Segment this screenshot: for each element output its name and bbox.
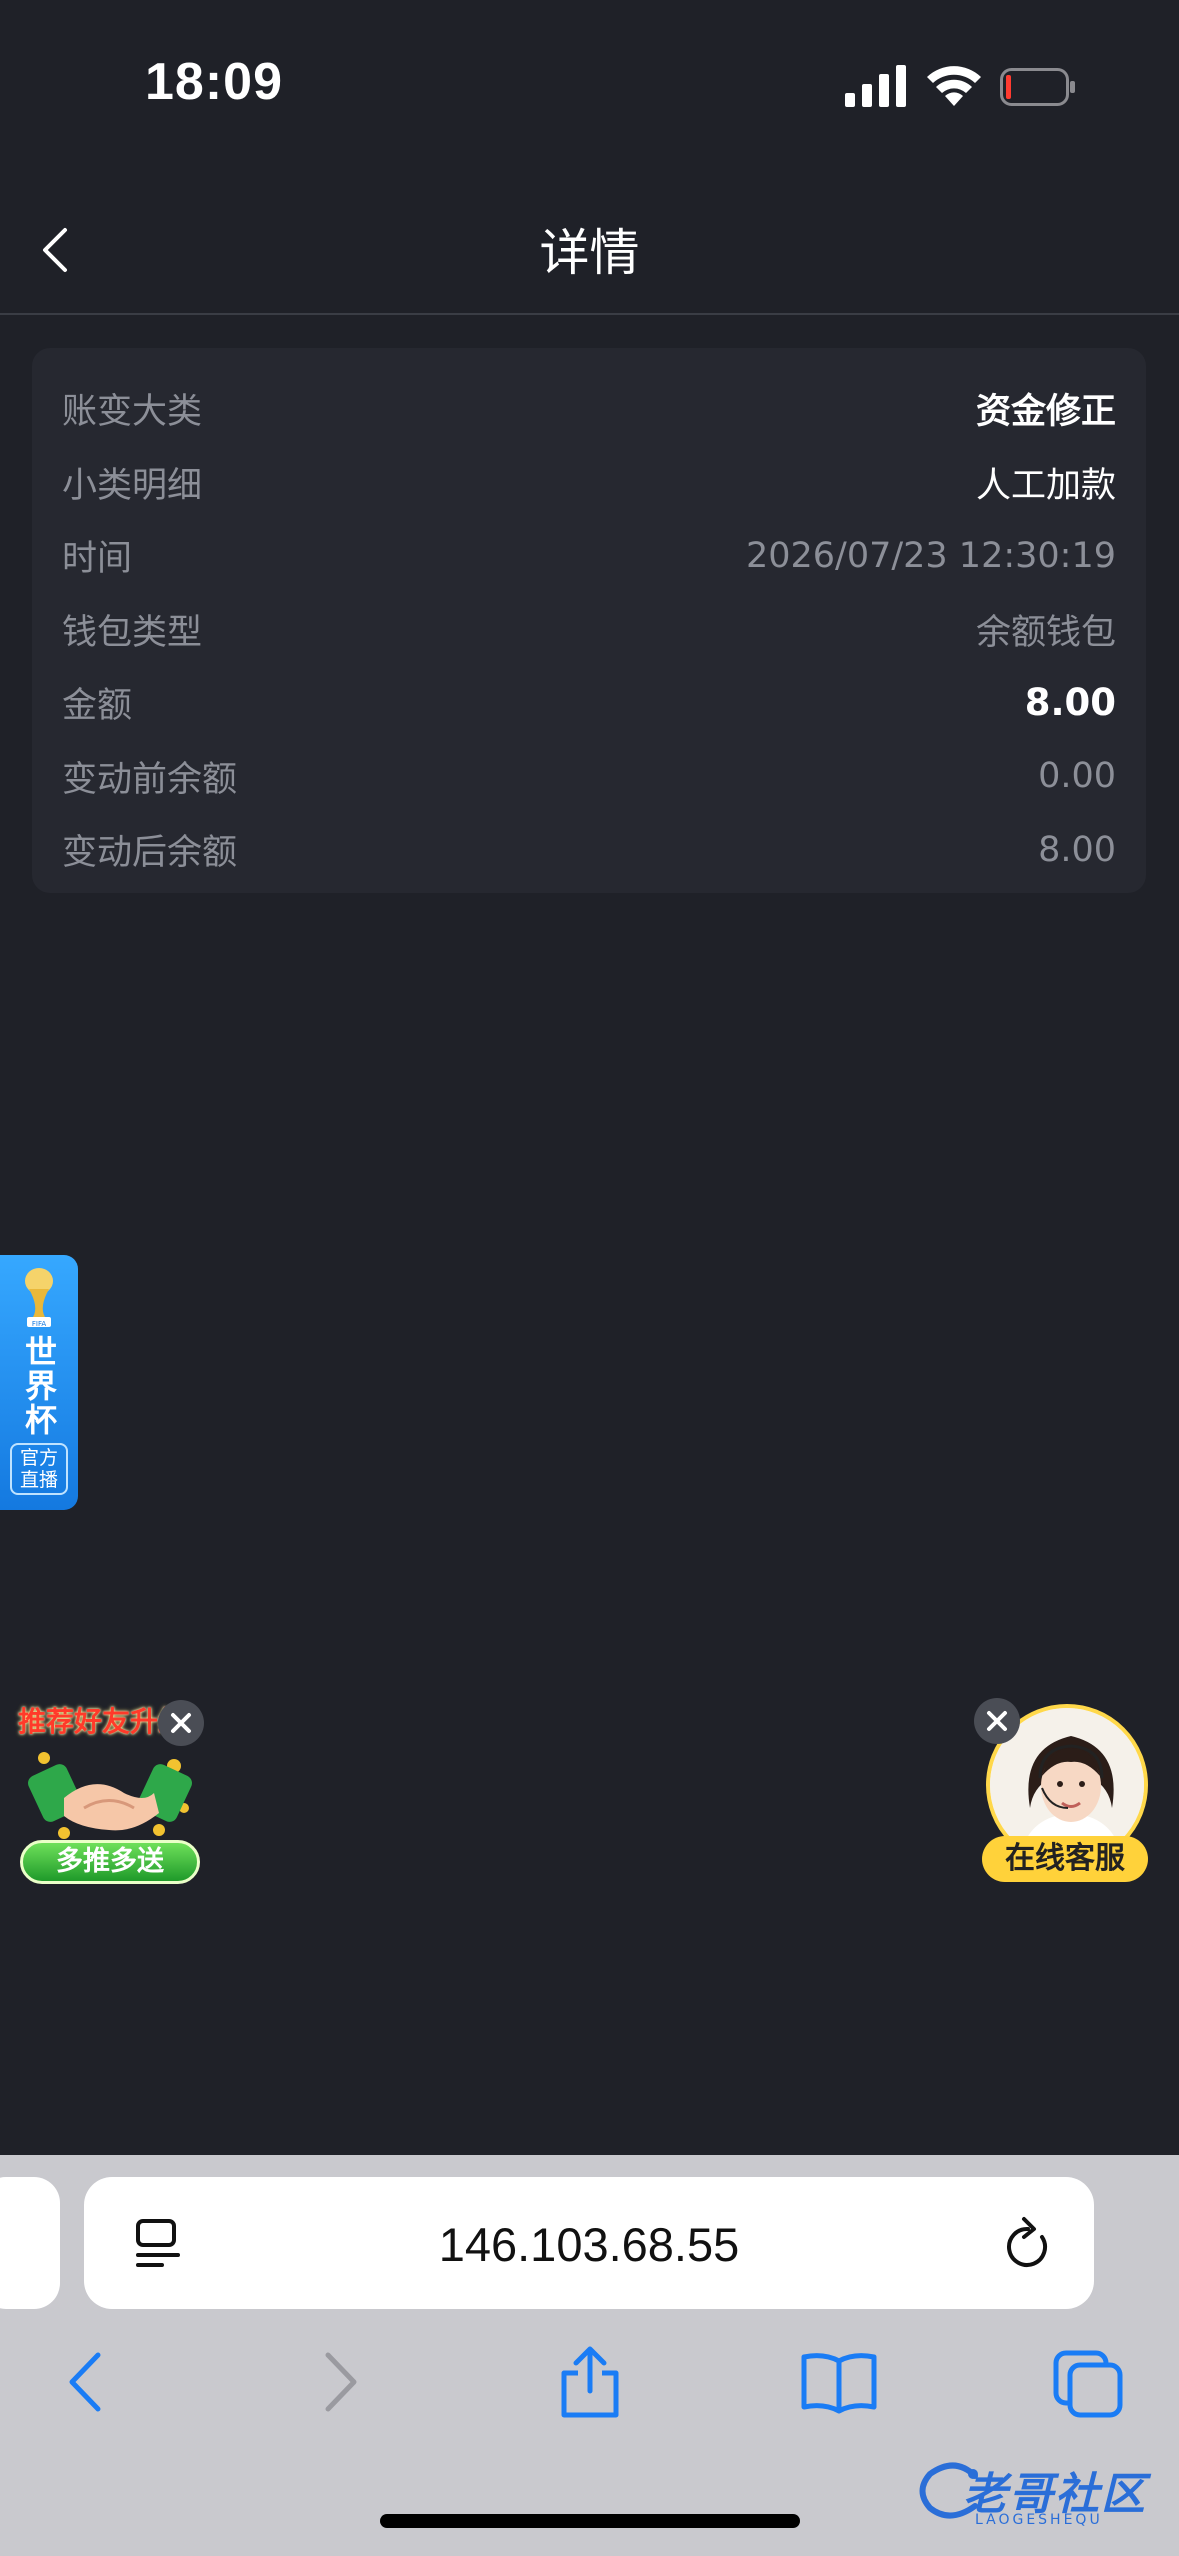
reload-icon[interactable]	[1002, 2215, 1054, 2273]
detail-label: 变动前余额	[62, 759, 238, 800]
online-support-widget[interactable]: 在线客服	[974, 1698, 1150, 1888]
detail-value: 2026/07/23 12:30:19	[745, 535, 1116, 576]
watermark-logo: 老哥社区 LAOGESHEQU	[915, 2452, 1165, 2532]
detail-card: 账变大类 资金修正 小类明细 人工加款 时间 2026/07/23 12:30:…	[32, 348, 1146, 893]
support-close-button[interactable]	[974, 1698, 1020, 1744]
detail-row-balance-before: 变动前余额 0.00	[62, 740, 1116, 814]
tabs-icon[interactable]	[1052, 2345, 1124, 2420]
trophy-icon: FIFA	[25, 1268, 53, 1328]
referral-close-button[interactable]	[158, 1700, 204, 1746]
bookmarks-icon[interactable]	[800, 2345, 878, 2420]
detail-value: 余额钱包	[975, 612, 1116, 653]
status-bar: 18:09	[0, 0, 1179, 175]
detail-label: 钱包类型	[62, 612, 203, 653]
detail-row-amount: 金额 8.00	[62, 666, 1116, 740]
nav-bar: 详情	[0, 175, 1179, 315]
browser-forward-icon[interactable]	[318, 2345, 362, 2420]
detail-label: 小类明细	[62, 465, 203, 506]
detail-label: 账变大类	[62, 392, 203, 433]
close-icon	[987, 1711, 1007, 1731]
detail-row-wallet-type: 钱包类型 余额钱包	[62, 593, 1116, 667]
detail-value: 人工加款	[975, 465, 1116, 506]
wifi-icon	[927, 66, 981, 106]
worldcup-title: 世界杯	[20, 1335, 58, 1437]
worldcup-live-tab[interactable]: FIFA 世界杯 官方 直播	[0, 1255, 78, 1510]
status-time: 18:09	[145, 53, 283, 111]
referral-button[interactable]: 多推多送	[20, 1840, 200, 1884]
detail-label: 变动后余额	[62, 833, 238, 874]
svg-text:FIFA: FIFA	[32, 1320, 46, 1328]
address-bar[interactable]: 146.103.68.55	[84, 2177, 1094, 2309]
worldcup-subtitle: 官方 直播	[10, 1443, 68, 1495]
detail-value: 0.00	[1038, 756, 1116, 797]
home-indicator	[380, 2514, 800, 2528]
referral-banner[interactable]: 推荐好友升级 多推多送	[18, 1700, 204, 1885]
handshake-icon	[28, 1752, 192, 1839]
detail-value: 资金修正	[975, 392, 1116, 433]
close-icon	[171, 1713, 191, 1733]
detail-row-subcategory: 小类明细 人工加款	[62, 446, 1116, 520]
detail-value: 8.00	[1024, 681, 1116, 725]
cellular-signal-icon	[845, 65, 906, 107]
worldcup-sub-line: 官方	[19, 1447, 58, 1469]
watermark-subtext: LAOGESHEQU	[975, 2512, 1103, 2528]
battery-icon	[1000, 68, 1075, 106]
page-title: 详情	[539, 224, 640, 282]
address-text: 146.103.68.55	[438, 2218, 740, 2271]
detail-row-time: 时间 2026/07/23 12:30:19	[62, 519, 1116, 593]
share-icon[interactable]	[556, 2345, 624, 2420]
detail-label: 金额	[62, 686, 133, 727]
support-label: 在线客服	[982, 1836, 1148, 1882]
worldcup-sub-line: 直播	[19, 1469, 58, 1491]
detail-label: 时间	[62, 539, 133, 580]
detail-row-category: 账变大类 资金修正	[62, 372, 1116, 446]
browser-back-icon[interactable]	[64, 2345, 108, 2420]
previous-tab-peek[interactable]	[0, 2177, 60, 2309]
detail-row-balance-after: 变动后余额 8.00	[62, 813, 1116, 887]
detail-value: 8.00	[1038, 829, 1116, 870]
